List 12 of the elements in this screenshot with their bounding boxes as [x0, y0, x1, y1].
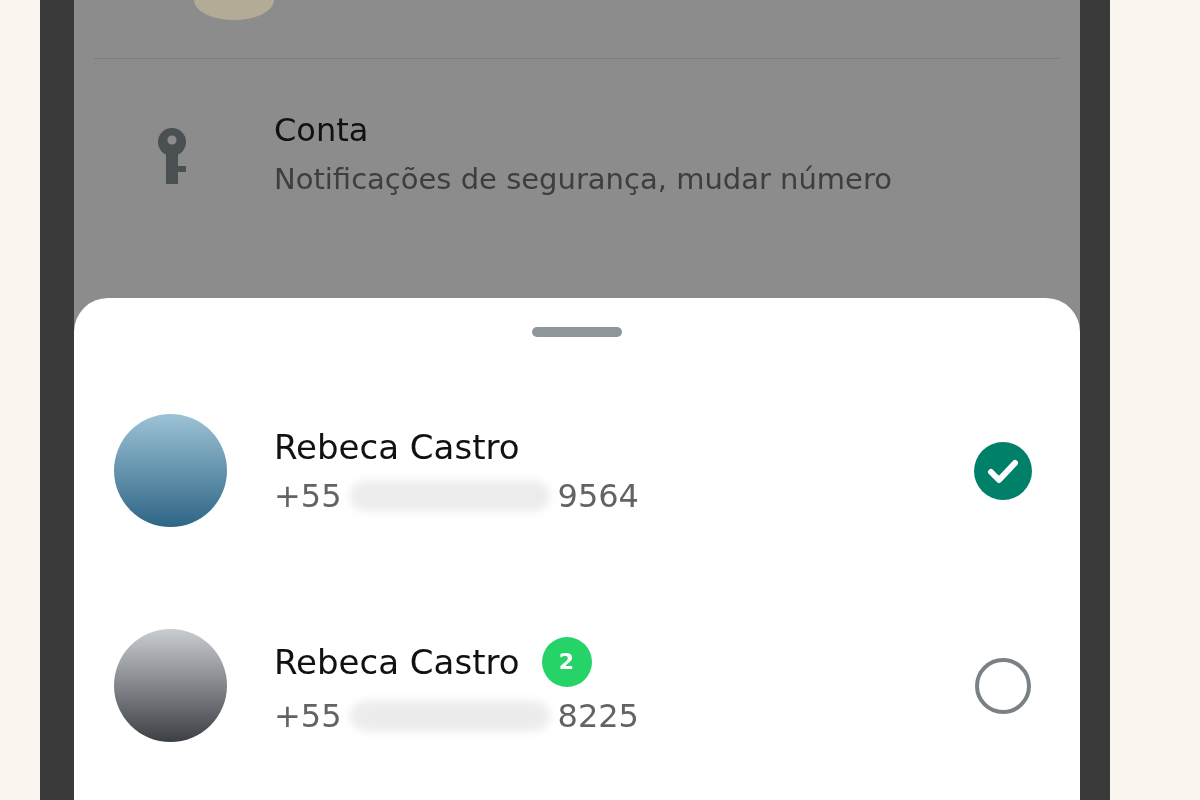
- phone-suffix: 9564: [557, 476, 639, 515]
- radio-button[interactable]: [974, 656, 1032, 715]
- account-name: Rebeca Castro: [274, 641, 520, 682]
- account-name: Rebeca Castro: [274, 426, 520, 467]
- phone-prefix: +55: [274, 696, 342, 735]
- phone-suffix: 8225: [557, 696, 639, 735]
- drag-handle[interactable]: [532, 327, 622, 337]
- settings-item-subtitle: Notificações de segurança, mudar número: [274, 161, 893, 198]
- notification-count: 2: [541, 636, 592, 687]
- selected-check-icon[interactable]: [974, 441, 1032, 500]
- phone-prefix: +55: [274, 476, 342, 515]
- settings-item-title: Conta: [274, 111, 370, 149]
